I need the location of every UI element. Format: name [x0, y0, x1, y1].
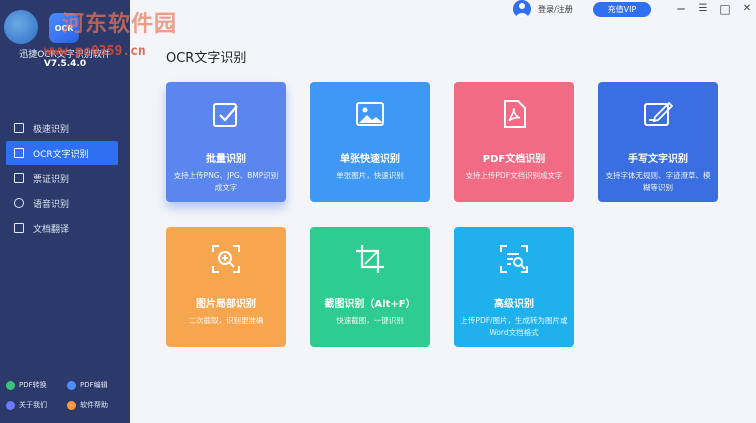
ticket-icon — [14, 173, 24, 183]
vip-recharge-button[interactable]: 充值VIP — [593, 2, 651, 17]
batch-check-icon — [213, 103, 238, 127]
minimize-button[interactable]: ─ — [674, 2, 688, 16]
sidebar-item-fast-recognition[interactable]: 极速识别 — [6, 116, 118, 140]
close-button[interactable]: ✕ — [740, 2, 754, 16]
card-title: 批量识别 — [206, 154, 246, 165]
card-title: 高级识别 — [494, 299, 534, 310]
handwriting-recognition-card[interactable]: 手写文字识别 支持字体无规则、字迹潦草、模糊等识别 — [598, 82, 718, 202]
page-title: OCR文字识别 — [166, 51, 247, 66]
sidebar-item-ticket[interactable]: 票证识别 — [6, 166, 118, 190]
pdf-recognition-card[interactable]: PDF文档识别 支持上传PDF文档识别成文字 — [454, 82, 574, 202]
card-title: 截图识别（Alt+F） — [324, 299, 416, 310]
sidebar-item-voice[interactable]: 语音识别 — [6, 191, 118, 215]
login-register-link[interactable]: 登录/注册 — [538, 4, 573, 15]
advanced-scan-icon — [500, 245, 528, 273]
pdf-convert-link[interactable]: PDF转换 — [6, 380, 67, 390]
pdf-convert-icon — [6, 380, 15, 390]
batch-recognition-card[interactable]: 批量识别 支持上传PNG、JPG、BMP识别成文字 — [166, 82, 286, 202]
handwriting-icon — [644, 101, 673, 126]
crop-icon — [356, 245, 384, 273]
about-link[interactable]: 关于我们 — [6, 400, 67, 410]
title-bar: 登录/注册 充值VIP ─ ☰ □ ✕ — [130, 0, 756, 20]
pdf-edit-link[interactable]: PDF编辑 — [67, 380, 128, 390]
card-title: PDF文档识别 — [482, 154, 546, 165]
pdf-edit-icon — [67, 380, 76, 390]
image-icon — [356, 102, 384, 126]
single-quick-recognition-card[interactable]: 单张快速识别 单张图片，快速识别 — [310, 82, 430, 202]
watermark-url: www.pc0359.cn — [44, 44, 146, 59]
app-version: V7.5.4.0 — [43, 59, 87, 69]
card-description: 二次截取，识别更准确 — [188, 316, 264, 325]
scan-icon — [14, 123, 24, 133]
card-description: 支持上传PDF文档识别成文字 — [465, 171, 563, 180]
text-scan-icon — [14, 148, 24, 158]
menu-button[interactable]: ☰ — [696, 2, 710, 16]
help-link[interactable]: 软件帮助 — [67, 400, 128, 410]
partial-image-recognition-card[interactable]: 图片局部识别 二次截取，识别更准确 — [166, 227, 286, 347]
sidebar-item-ocr[interactable]: OCR文字识别 — [6, 141, 118, 165]
card-title: 图片局部识别 — [196, 299, 256, 310]
screenshot-recognition-card[interactable]: 截图识别（Alt+F） 快速截图，一键识别 — [310, 227, 430, 347]
card-description: 单张图片，快速识别 — [336, 171, 404, 180]
sidebar-item-label: 文档翻译 — [33, 224, 70, 235]
sidebar-item-label: 语音识别 — [33, 199, 70, 210]
card-description: 上传PDF/图片，生成转为图片或Word文档格式 — [460, 316, 568, 337]
sidebar-footer-links: PDF转换 PDF编辑 关于我们 软件帮助 — [6, 380, 128, 410]
help-icon — [67, 400, 76, 410]
sidebar-item-label: 极速识别 — [33, 124, 70, 135]
sidebar-nav: 极速识别 OCR文字识别 票证识别 语音识别 文档翻译 — [6, 116, 118, 241]
card-description: 支持字体无规则、字迹潦草、模糊等识别 — [605, 171, 711, 192]
sidebar: OCR 迅捷OCR文字识别软件 V7.5.4.0 极速识别 OCR文字识别 票证… — [0, 0, 130, 423]
sidebar-item-translate[interactable]: 文档翻译 — [6, 216, 118, 240]
about-icon — [6, 400, 15, 410]
sidebar-item-label: OCR文字识别 — [33, 149, 89, 160]
card-description: 快速截图，一键识别 — [336, 316, 404, 325]
sidebar-item-label: 票证识别 — [33, 174, 70, 185]
card-title: 手写文字识别 — [628, 154, 688, 165]
advanced-recognition-card[interactable]: 高级识别 上传PDF/图片，生成转为图片或Word文档格式 — [454, 227, 574, 347]
watermark-logo-icon — [4, 10, 38, 44]
document-translate-icon — [14, 223, 24, 233]
user-avatar-icon[interactable] — [513, 0, 531, 18]
maximize-button[interactable]: □ — [718, 2, 732, 16]
card-title: 单张快速识别 — [340, 154, 400, 165]
zoom-in-icon — [212, 245, 240, 273]
card-description: 支持上传PNG、JPG、BMP识别成文字 — [173, 171, 279, 192]
pdf-icon — [504, 100, 526, 128]
microphone-icon — [14, 198, 24, 208]
